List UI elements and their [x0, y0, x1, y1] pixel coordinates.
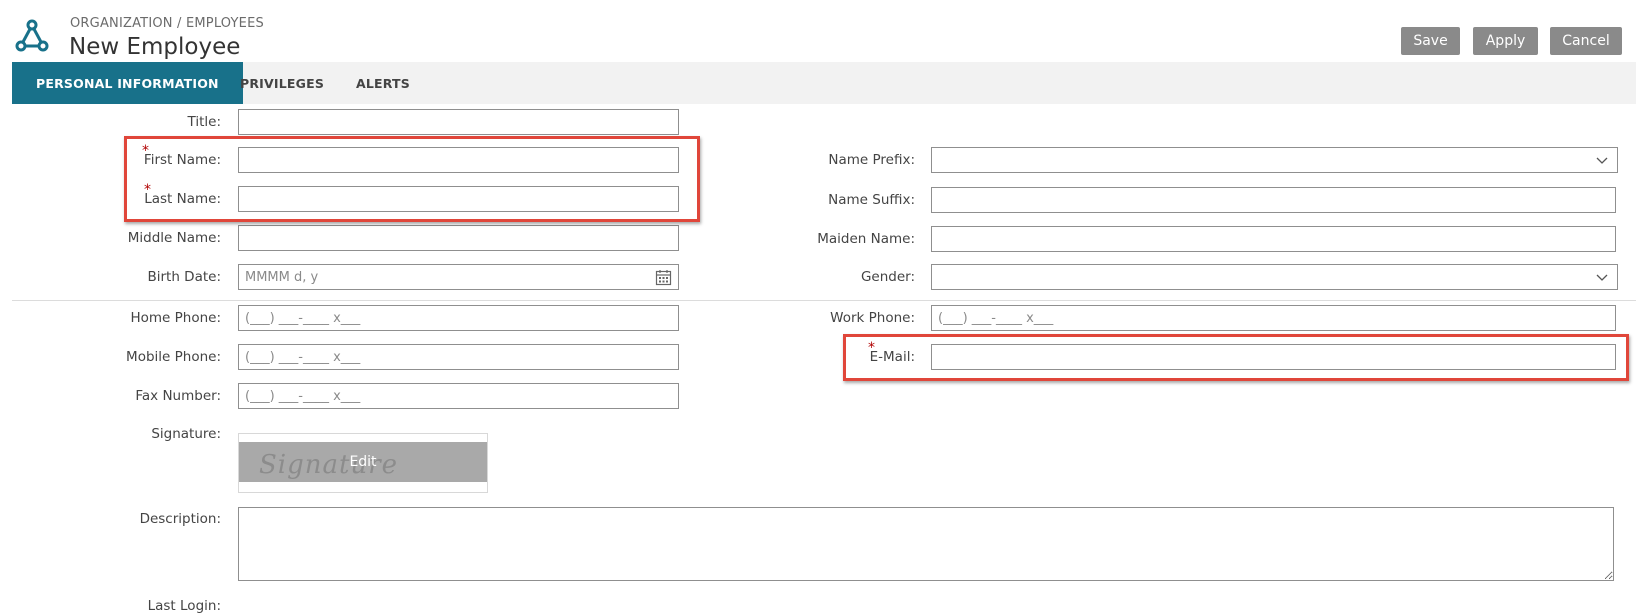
signature-label: Signature: [151, 426, 221, 442]
middle-name-label: Middle Name: [127, 230, 221, 246]
mobile-phone-input[interactable]: (___) ___-____ x___ [238, 344, 679, 370]
work-phone-label: Work Phone: [830, 310, 915, 326]
fax-number-input[interactable]: (___) ___-____ x___ [238, 383, 679, 409]
email-label: E-Mail: [869, 349, 915, 365]
title-input[interactable] [238, 109, 679, 135]
tab-alerts[interactable]: ALERTS [356, 62, 410, 104]
gender-label: Gender: [860, 269, 915, 285]
title-label: Title: [187, 114, 221, 130]
birth-date-placeholder: MMMM d, y [245, 269, 319, 285]
name-prefix-select[interactable] [931, 147, 1618, 173]
work-phone-input[interactable]: (___) ___-____ x___ [931, 305, 1616, 331]
name-prefix-label: Name Prefix: [828, 152, 915, 168]
birth-date-input[interactable]: MMMM d, y [238, 264, 679, 290]
middle-name-input[interactable] [238, 225, 679, 251]
last-name-input[interactable] [238, 186, 679, 212]
home-phone-label: Home Phone: [130, 310, 221, 326]
page-title: New Employee [69, 34, 241, 60]
maiden-name-label: Maiden Name: [817, 231, 915, 247]
signature-band: Signature Here... Edit [239, 442, 487, 482]
name-suffix-input[interactable] [931, 187, 1616, 213]
calendar-icon[interactable] [655, 269, 672, 286]
section-divider [12, 300, 1636, 301]
logo-icon [15, 19, 49, 52]
description-label: Description: [139, 511, 221, 527]
name-suffix-label: Name Suffix: [828, 192, 915, 208]
home-phone-input[interactable]: (___) ___-____ x___ [238, 305, 679, 331]
tab-personal-information[interactable]: PERSONAL INFORMATION [12, 62, 243, 104]
tab-bar: PERSONAL INFORMATION PRIVILEGES ALERTS [12, 62, 1636, 104]
chevron-down-icon [1596, 157, 1608, 164]
chevron-down-icon [1596, 274, 1608, 281]
description-textarea[interactable] [238, 507, 1614, 581]
email-input[interactable] [931, 344, 1616, 370]
first-name-label: First Name: [143, 152, 221, 168]
tab-privileges[interactable]: PRIVILEGES [240, 62, 324, 104]
maiden-name-input[interactable] [931, 226, 1616, 252]
breadcrumb[interactable]: ORGANIZATION / EMPLOYEES [70, 16, 264, 31]
first-name-input[interactable] [238, 147, 679, 173]
last-login-label: Last Login: [147, 598, 221, 614]
birth-date-label: Birth Date: [147, 269, 221, 285]
apply-button[interactable]: Apply [1473, 27, 1538, 55]
mobile-phone-label: Mobile Phone: [126, 349, 221, 365]
gender-select[interactable] [931, 264, 1618, 290]
save-button[interactable]: Save [1401, 27, 1460, 55]
cancel-button[interactable]: Cancel [1550, 27, 1622, 55]
last-name-label: Last Name: [144, 191, 221, 207]
signature-edit-button[interactable]: Edit [239, 442, 487, 482]
fax-number-label: Fax Number: [135, 388, 221, 404]
signature-pad[interactable]: Signature Here... Edit [238, 433, 488, 493]
